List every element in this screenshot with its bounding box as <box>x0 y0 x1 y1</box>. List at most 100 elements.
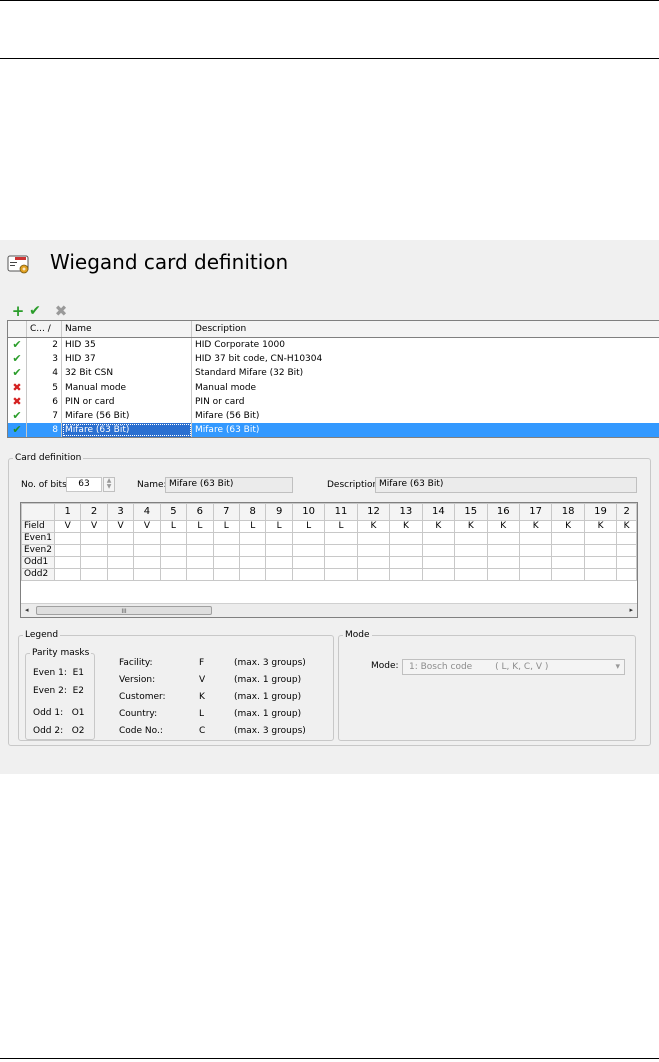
bit-header: 12 <box>356 503 391 521</box>
field-cell[interactable]: K <box>454 520 488 533</box>
bits-stepper[interactable]: ▲ ▼ <box>103 477 115 492</box>
table-row-selected[interactable]: ✔ 8 Mifare (63 Bit) Mifare (63 Bit) <box>8 423 659 438</box>
parity-odd2: Odd 2: O2 <box>33 726 85 736</box>
table-row[interactable]: ✔ 3 HID 37 HID 37 bit code, CN-H10304 <box>8 352 659 367</box>
name-field[interactable]: Mifare (63 Bit) <box>165 477 293 493</box>
card-types-grid: C... / Name Description ✔ 2 HID 35 HID C… <box>7 320 659 439</box>
bit-header: 3 <box>106 503 135 521</box>
horizontal-scrollbar[interactable]: ◂ III ▸ <box>21 603 637 617</box>
code-limit: (max. 1 group) <box>234 709 302 719</box>
code-limit: (max. 1 group) <box>234 692 302 702</box>
page-header-rule <box>0 58 659 59</box>
description-field[interactable]: Mifare (63 Bit) <box>375 477 637 493</box>
field-cell[interactable]: L <box>291 520 326 533</box>
check-icon[interactable]: ✔ <box>27 303 43 319</box>
odd2-row: Odd2 <box>21 568 637 581</box>
cross-icon: ✖ <box>8 394 27 409</box>
row-name[interactable]: Mifare (63 Bit) <box>62 423 192 438</box>
bit-header: 18 <box>551 503 585 521</box>
code-column-header[interactable]: C... / <box>27 321 62 337</box>
field-cell[interactable]: V <box>80 520 108 533</box>
name-column-header[interactable]: Name <box>62 321 192 337</box>
chevron-down-icon[interactable]: ▾ <box>615 660 620 674</box>
bit-matrix-table: 1 2 3 4 5 6 7 8 9 10 11 12 13 14 15 16 1 <box>21 503 637 581</box>
bit-header: 8 <box>238 503 267 521</box>
scrollbar-thumb[interactable]: III <box>36 606 212 615</box>
mode-value: 1: Bosch code ( L, K, C, V ) <box>409 662 549 672</box>
field-cell[interactable]: K <box>486 520 520 533</box>
delete-icon[interactable]: ✖ <box>53 302 69 320</box>
bits-field[interactable]: 63 <box>66 477 102 492</box>
field-cell[interactable]: V <box>133 520 161 533</box>
field-cell[interactable]: K <box>421 520 456 533</box>
row-description: Mifare (56 Bit) <box>192 409 659 423</box>
parity-even2: Even 2: E2 <box>33 686 85 696</box>
parity-masks-group: Parity masks Even 1: E1 Even 2: E2 Odd 1… <box>25 648 95 740</box>
field-cell[interactable]: L <box>238 520 267 533</box>
row-name: HID 35 <box>62 338 192 353</box>
mode-title: Mode <box>345 630 370 640</box>
field-cell[interactable]: L <box>212 520 241 533</box>
corner-cell <box>21 503 55 521</box>
status-column-header[interactable] <box>8 321 27 337</box>
wiegand-dialog: Wiegand card definition + ✔ ✖ C... / Nam… <box>0 240 659 774</box>
table-row[interactable]: ✖ 5 Manual mode Manual mode <box>8 380 659 395</box>
field-cell[interactable]: L <box>324 520 358 533</box>
bit-header: 13 <box>389 503 423 521</box>
table-row[interactable]: ✖ 6 PIN or card PIN or card <box>8 394 659 409</box>
bit-number-row: 1 2 3 4 5 6 7 8 9 10 11 12 13 14 15 16 1 <box>21 503 637 521</box>
parity-masks-title: Parity masks <box>32 648 90 658</box>
cross-icon: ✖ <box>8 380 27 395</box>
field-cell[interactable]: K <box>518 520 553 533</box>
code-name: Country: <box>119 709 158 719</box>
bit-header: 10 <box>291 503 326 521</box>
row-code: 3 <box>27 352 62 367</box>
row-header: Even2 <box>21 544 55 557</box>
legend-title: Legend <box>25 630 59 640</box>
row-description: HID 37 bit code, CN-H10304 <box>192 352 659 366</box>
card-definition-legend: Card definition <box>15 453 82 463</box>
bit-header: 1 <box>53 503 82 521</box>
page-footer-rule <box>0 1058 659 1059</box>
code-limit: (max. 3 groups) <box>234 726 306 736</box>
table-row[interactable]: ✔ 4 32 Bit CSN Standard Mifare (32 Bit) <box>8 366 659 381</box>
table-row[interactable]: ✔ 2 HID 35 HID Corporate 1000 <box>8 338 659 353</box>
field-cell[interactable]: L <box>159 520 188 533</box>
code-letter: F <box>199 658 205 668</box>
card-definition-group: Card definition No. of bits: 63 ▲ ▼ Name:… <box>8 453 651 746</box>
field-cell[interactable]: K <box>389 520 423 533</box>
field-cell[interactable]: K <box>551 520 585 533</box>
plus-icon[interactable]: + <box>10 302 26 320</box>
row-description: Manual mode <box>192 381 659 395</box>
parity-odd1: Odd 1: O1 <box>33 708 85 718</box>
row-description: Standard Mifare (32 Bit) <box>192 366 659 380</box>
code-letter: C <box>199 726 206 736</box>
field-cell[interactable]: K <box>583 520 618 533</box>
field-cell[interactable]: K <box>356 520 391 533</box>
row-name: Mifare (56 Bit) <box>62 408 192 424</box>
description-column-header[interactable]: Description <box>192 321 659 337</box>
row-code: 8 <box>27 423 62 438</box>
scroll-left-icon[interactable]: ◂ <box>25 604 29 617</box>
bit-matrix: 1 2 3 4 5 6 7 8 9 10 11 12 13 14 15 16 1 <box>20 502 638 618</box>
wiegand-card-icon <box>7 255 29 274</box>
odd1-row: Odd1 <box>21 556 637 569</box>
mode-select[interactable]: 1: Bosch code ( L, K, C, V ) ▾ <box>402 659 625 675</box>
field-cell[interactable]: K <box>616 520 637 533</box>
code-name: Customer: <box>119 692 166 702</box>
scroll-right-icon[interactable]: ▸ <box>629 604 633 617</box>
name-label: Name: <box>137 480 167 490</box>
field-cell[interactable]: V <box>53 520 82 533</box>
check-icon: ✔ <box>8 408 27 424</box>
row-code: 2 <box>27 338 62 353</box>
code-name: Version: <box>119 675 156 685</box>
code-letter: V <box>199 675 206 685</box>
bit-header: 19 <box>583 503 618 521</box>
bit-header: 15 <box>454 503 488 521</box>
field-cell[interactable]: V <box>106 520 135 533</box>
row-header: Odd1 <box>21 556 55 569</box>
row-code: 4 <box>27 366 62 381</box>
field-cell[interactable]: L <box>265 520 293 533</box>
field-cell[interactable]: L <box>186 520 214 533</box>
table-row[interactable]: ✔ 7 Mifare (56 Bit) Mifare (56 Bit) <box>8 408 659 424</box>
